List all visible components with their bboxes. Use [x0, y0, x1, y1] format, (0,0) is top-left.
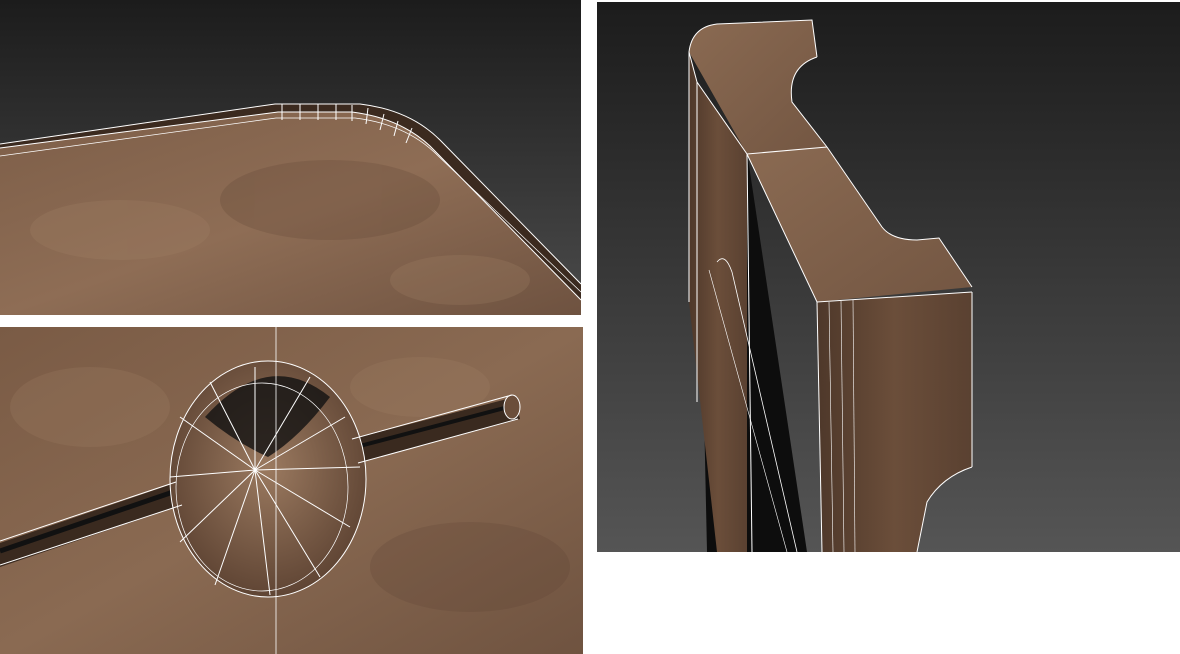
viewport-right[interactable]	[597, 2, 1180, 552]
viewport-bottom-left[interactable]	[0, 327, 583, 654]
tabletop-edge-render	[0, 0, 581, 315]
viewport-top-left[interactable]	[0, 0, 581, 315]
channel-end-cap	[503, 394, 521, 420]
notched-board-render	[597, 2, 1180, 552]
hole-channel-render	[0, 327, 583, 654]
